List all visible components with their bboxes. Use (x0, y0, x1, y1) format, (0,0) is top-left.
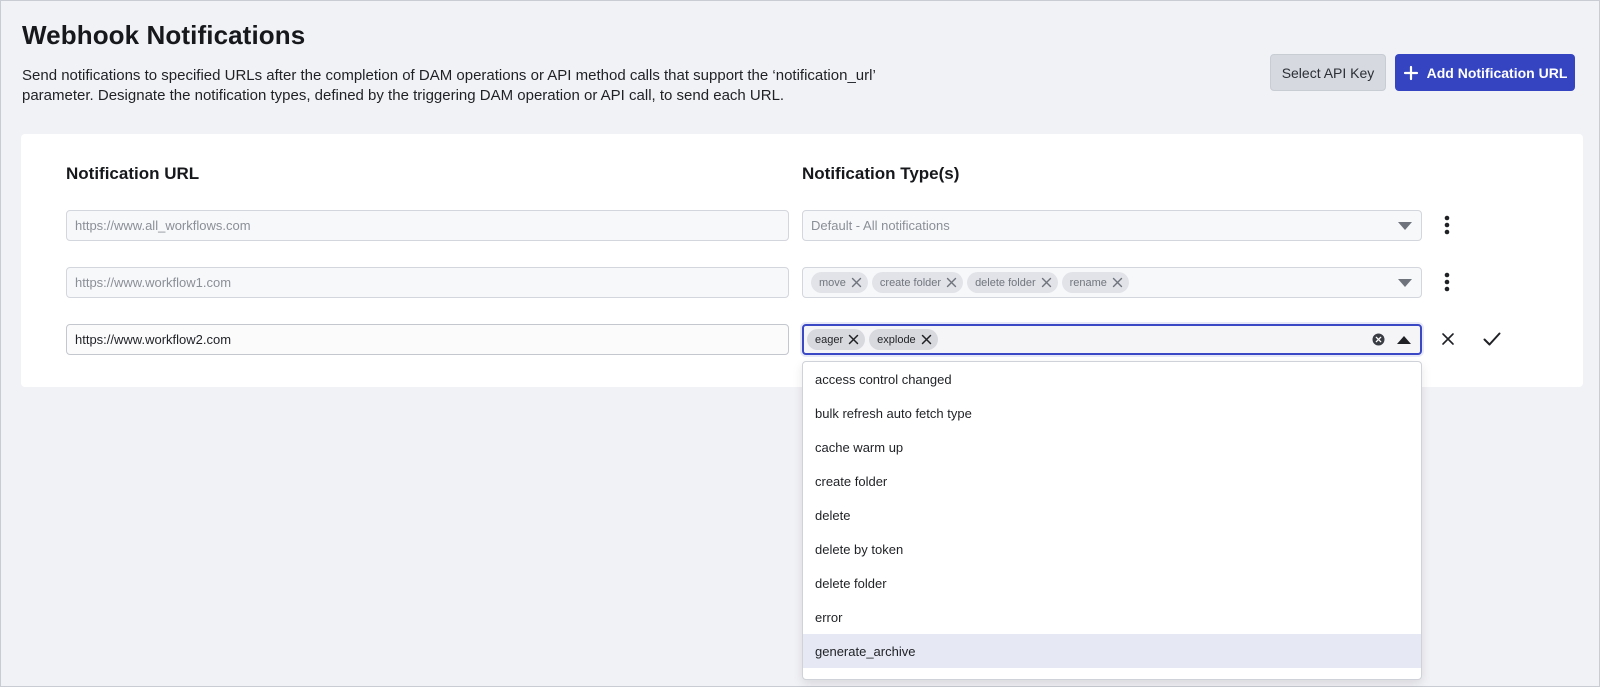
clear-icon[interactable] (1368, 330, 1388, 350)
confirm-check-icon[interactable] (1480, 327, 1504, 351)
chip-remove-icon[interactable] (1041, 277, 1052, 288)
kebab-menu-icon[interactable] (1437, 268, 1457, 296)
url-input-row-2[interactable]: https://www.workflow1.com (66, 267, 789, 298)
add-notification-url-button[interactable]: Add Notification URL (1395, 54, 1575, 91)
column-header-url: Notification URL (66, 164, 200, 183)
column-header-types: Notification Type(s) (802, 164, 960, 183)
type-chip: delete folder (967, 272, 1058, 293)
chevron-up-icon[interactable] (1392, 328, 1416, 352)
dropdown-option[interactable]: delete by token (803, 532, 1421, 566)
type-chip: create folder (871, 272, 964, 293)
dropdown-option-highlighted[interactable]: generate_archive (803, 634, 1421, 668)
chip-label: rename (1069, 276, 1107, 289)
kebab-menu-icon[interactable] (1437, 211, 1457, 239)
url-value: https://www.workflow1.com (75, 275, 232, 290)
chip-remove-icon[interactable] (851, 277, 862, 288)
select-api-key-button[interactable]: Select API Key (1270, 54, 1386, 91)
types-dropdown-menu: access control changed bulk refresh auto… (802, 361, 1422, 680)
page-description: Send notifications to specified URLs aft… (22, 67, 876, 104)
chip-label: eager (815, 333, 844, 346)
chip-remove-icon[interactable] (921, 334, 932, 345)
page-title: Webhook Notifications (22, 20, 306, 50)
type-chip: rename (1061, 272, 1129, 293)
chip-label: create folder (879, 276, 942, 289)
dropdown-option[interactable]: cache warm up (803, 430, 1421, 464)
dropdown-option[interactable]: delete folder (803, 566, 1421, 600)
url-value: https://www.workflow2.com (75, 332, 232, 347)
dropdown-option[interactable]: info (803, 668, 1421, 680)
type-chip: eager (807, 329, 866, 350)
types-select-row-2[interactable]: move create folder delete folder rename (802, 267, 1422, 298)
chip-list: eager explode (807, 329, 1368, 350)
url-input-row-1[interactable]: https://www.all_workflows.com (66, 210, 789, 241)
chip-remove-icon[interactable] (1112, 277, 1123, 288)
chip-remove-icon[interactable] (848, 334, 859, 345)
select-api-key-label: Select API Key (1281, 64, 1375, 81)
types-select-row-3[interactable]: eager explode (802, 324, 1422, 355)
chip-remove-icon[interactable] (946, 277, 957, 288)
url-value: https://www.all_workflows.com (75, 218, 251, 233)
types-placeholder: Default - All notifications (811, 218, 950, 233)
plus-icon (1403, 65, 1419, 81)
chip-list: move create folder delete folder rename (811, 272, 1393, 293)
chevron-down-icon[interactable] (1393, 271, 1417, 295)
dropdown-option[interactable]: bulk refresh auto fetch type (803, 396, 1421, 430)
type-chip: move (811, 272, 868, 293)
chip-label: move (819, 276, 846, 289)
chevron-down-icon[interactable] (1393, 214, 1417, 238)
dropdown-option[interactable]: delete (803, 498, 1421, 532)
cancel-icon[interactable] (1436, 327, 1460, 351)
add-notification-url-label: Add Notification URL (1426, 64, 1568, 81)
types-select-row-1[interactable]: Default - All notifications (802, 210, 1422, 241)
dropdown-option[interactable]: access control changed (803, 362, 1421, 396)
dropdown-option[interactable]: create folder (803, 464, 1421, 498)
chip-label: explode (877, 333, 916, 346)
url-input-row-3[interactable]: https://www.workflow2.com (66, 324, 789, 355)
type-chip: explode (869, 329, 938, 350)
dropdown-option[interactable]: error (803, 600, 1421, 634)
chip-label: delete folder (975, 276, 1036, 289)
